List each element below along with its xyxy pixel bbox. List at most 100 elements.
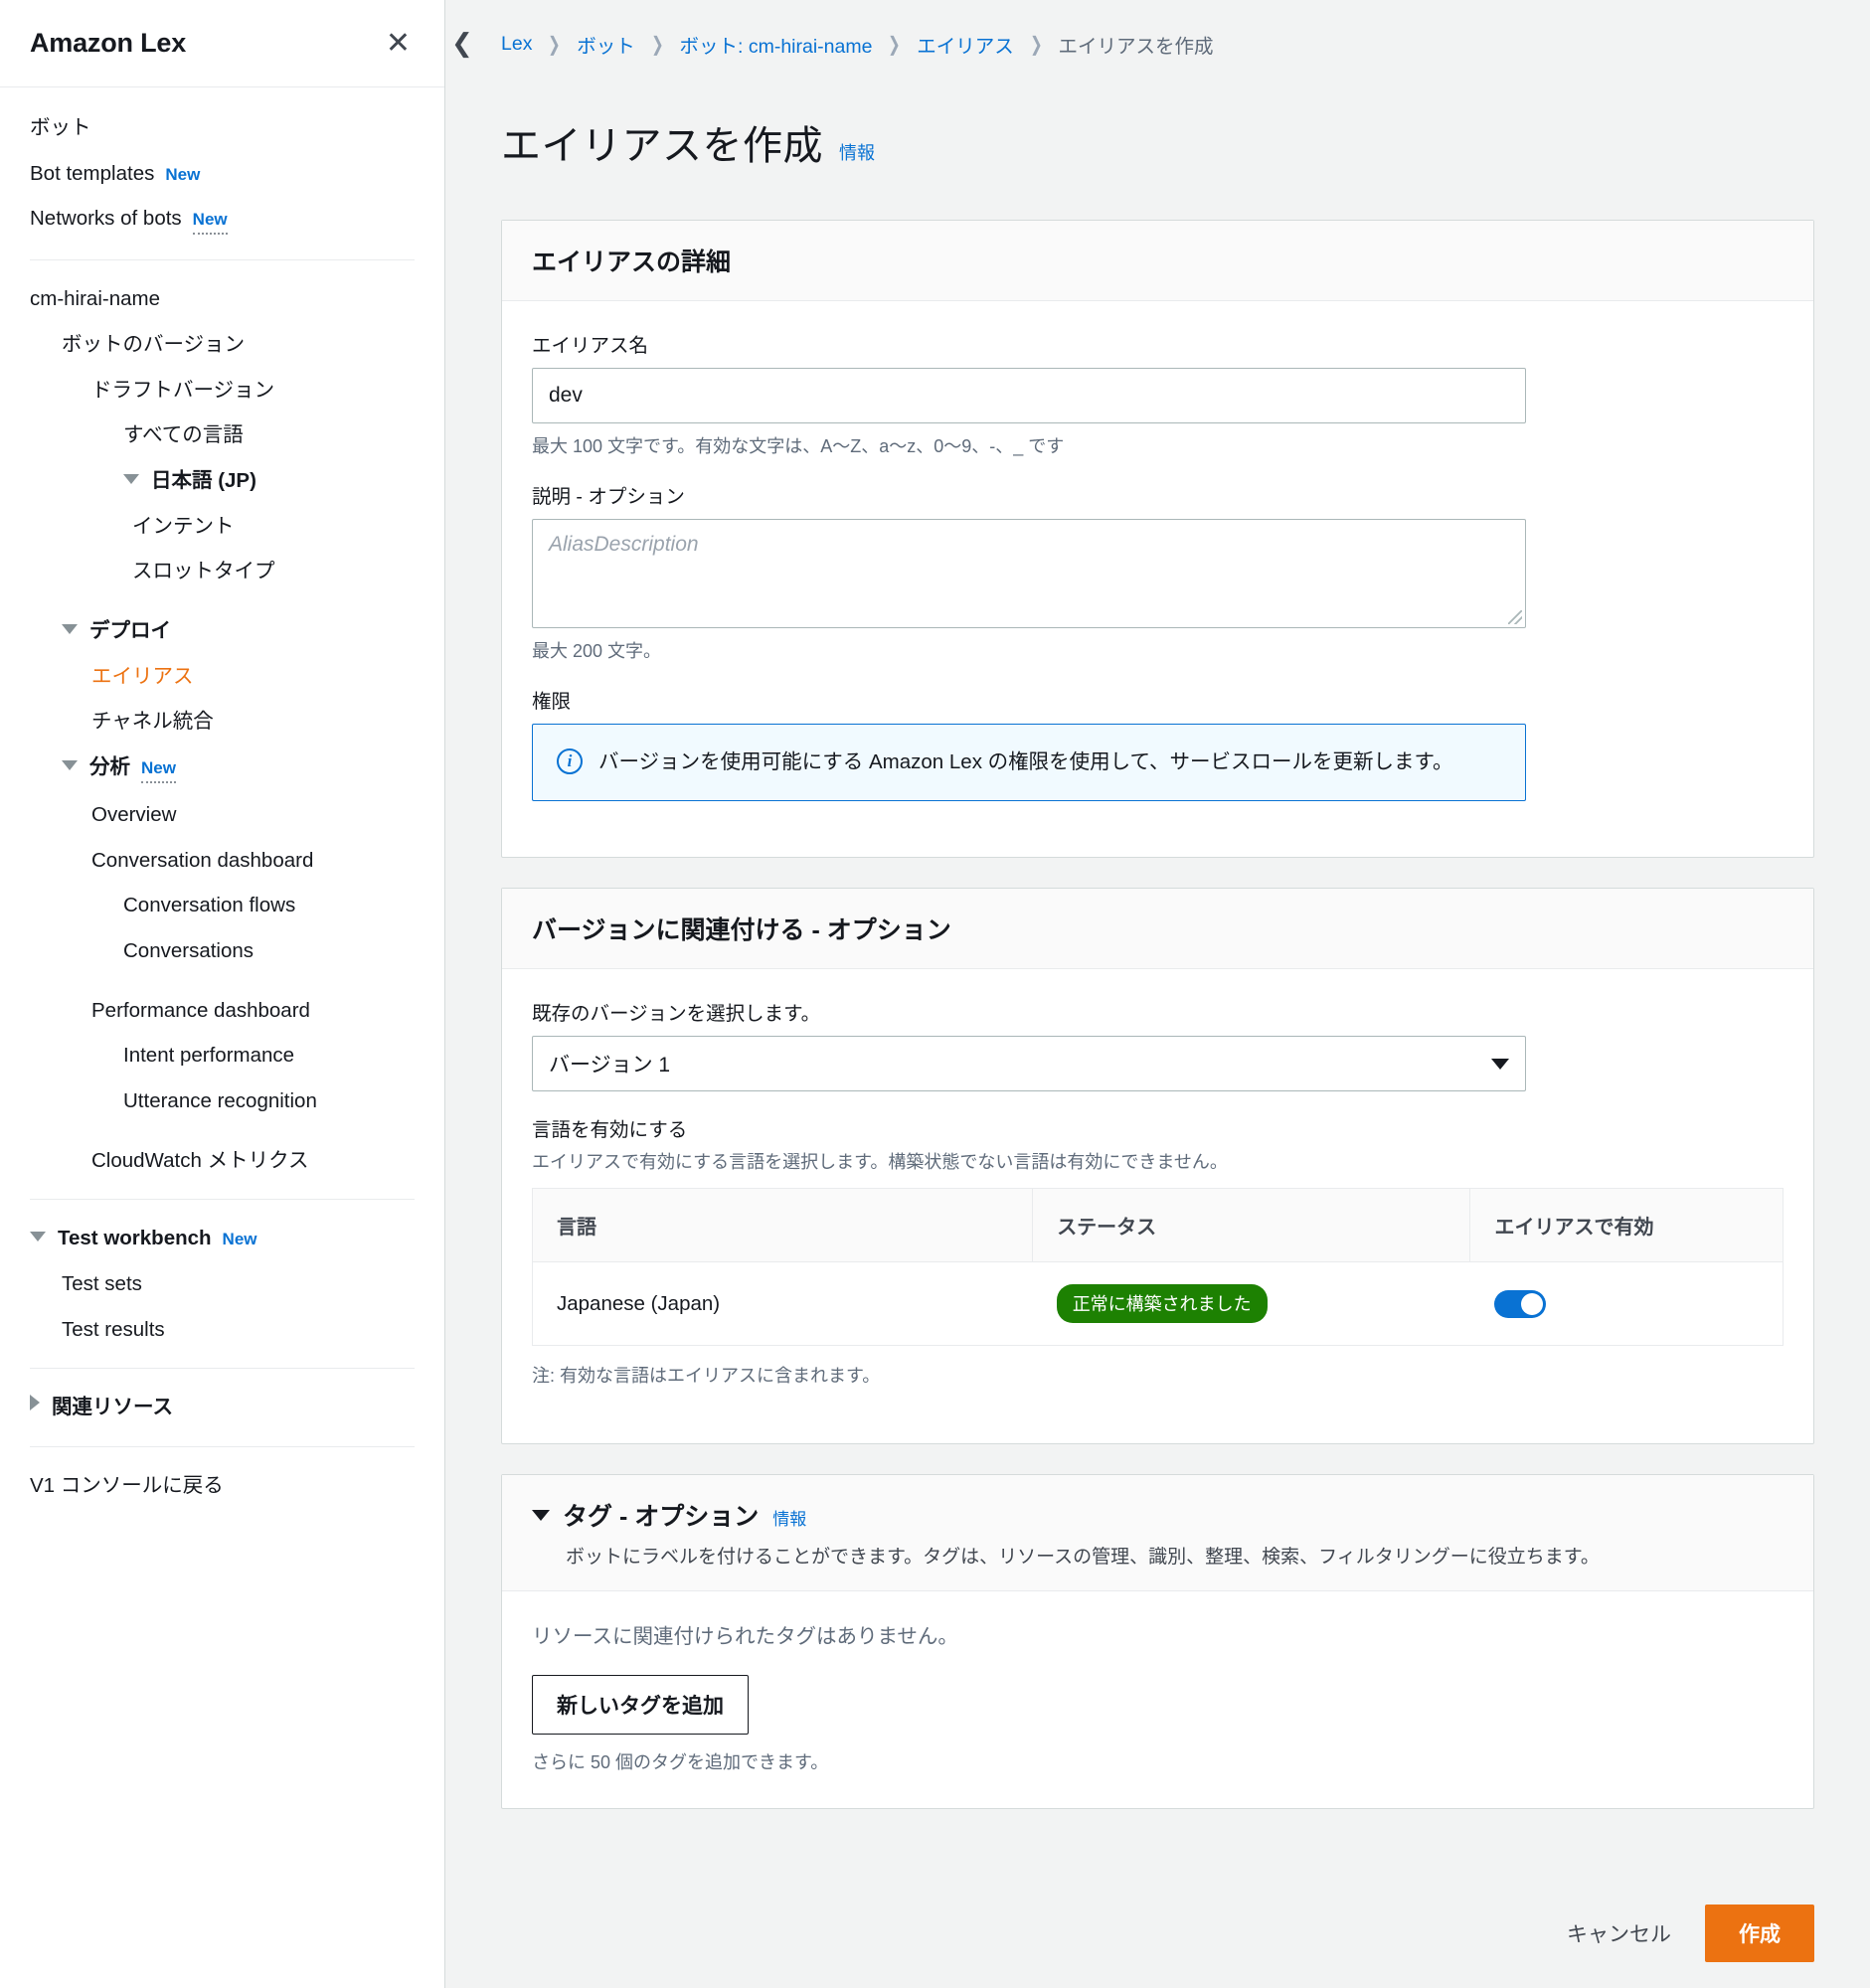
chevron-down-icon[interactable] [30,1232,46,1242]
permission-alert-text: バージョンを使用可能にする Amazon Lex の権限を使用して、サービスロー… [598,749,1453,773]
version-select-label: 既存のバージョンを選択します。 [532,1003,821,1026]
breadcrumb-item[interactable]: エイリアス [917,30,1014,59]
sidebar-item-label: 分析 [89,755,130,778]
sidebar-item-[interactable]: ドラフトバージョン [0,368,444,414]
version-select[interactable]: バージョン 1 [532,1036,1526,1092]
languages-desc: エイリアスで有効にする言語を選択します。構築状態でない言語は有効にできません。 [532,1152,1228,1173]
table-header-row: 言語 ステータス エイリアスで有効 [532,1188,1784,1263]
sidebar-item-conversation-flows[interactable]: Conversation flows [0,883,444,928]
chevron-right-icon[interactable] [30,1395,40,1411]
col-enabled: エイリアスで有効 [1469,1188,1784,1263]
page-title-row: エイリアスを作成 情報 [445,59,1870,220]
sidebar-item-[interactable]: すべての言語 [0,413,444,458]
add-tag-button[interactable]: 新しいタグを追加 [532,1675,749,1736]
sidebar-item-conversation-dashboard[interactable]: Conversation dashboard [0,838,444,884]
sidebar-item-cloudwatch[interactable]: CloudWatch メトリクス [0,1138,444,1184]
sidebar-item-label: ドラフトバージョン [91,378,275,402]
alias-description-field: 説明 - オプション AliasDescription 最大 200 文字。 [532,480,1784,663]
close-icon[interactable]: ✕ [380,27,417,61]
alias-description-placeholder: AliasDescription [549,532,699,556]
chevron-down-icon[interactable] [123,473,139,484]
sidebar-item-overview[interactable]: Overview [0,792,444,838]
sidebar-item-[interactable]: 分析 New [0,745,444,792]
sidebar-item-label: 日本語 (JP) [151,468,256,492]
sidebar-item-label: Overview [91,802,177,826]
alias-name-constraint: 最大 100 文字です。有効な文字は、A〜Z、a〜z、0〜9、-、_ です [532,435,1065,456]
alias-name-field: エイリアス名 dev 最大 100 文字です。有効な文字は、A〜Z、a〜z、0〜… [532,329,1784,458]
toggle-knob [1520,1292,1543,1315]
cancel-button[interactable]: キャンセル [1567,1918,1671,1948]
sidebar-item-label: スロットタイプ [132,560,275,583]
alias-name-label: エイリアス名 [532,334,649,357]
sidebar-item-intent-performance[interactable]: Intent performance [0,1033,444,1078]
nav-divider [30,259,415,261]
alias-name-input[interactable]: dev [532,367,1526,423]
sidebar-item-networks-of-bots[interactable]: Networks of bots New [0,196,444,244]
sidebar-item-label: ボットのバージョン [62,332,246,356]
sidebar-item-performance-dashboard[interactable]: Performance dashboard [0,988,444,1034]
sidebar-item-label: Test sets [62,1271,142,1295]
sidebar-item-test-workbench[interactable]: Test workbench New [0,1216,444,1261]
permission-alert: i バージョンを使用可能にする Amazon Lex の権限を使用して、サービス… [532,723,1526,802]
sidebar-item-conversations[interactable]: Conversations [0,928,444,974]
cell-enabled [1469,1261,1784,1347]
languages-table: 言語 ステータス エイリアスで有効 Japanese (Japan) 正常に構築… [532,1188,1784,1347]
chevron-down-icon[interactable] [62,623,78,634]
breadcrumb: Lex ❯ ボット ❯ ボット: cm-hirai-name ❯ エイリアス ❯ エイリアスを作… [445,0,1870,59]
sidebar-item-[interactable]: ボットのバージョン [0,322,444,368]
sidebar-item-jp[interactable]: 日本語 (JP) [0,458,444,504]
main-content: ❮ Lex ❯ ボット ❯ ボット: cm-hirai-name ❯ エイリアス ❯ エイリアス… [445,0,1870,1988]
tags-info-link[interactable]: 情報 [772,1505,806,1530]
languages-field: 言語を有効にする エイリアスで有効にする言語を選択します。構築状態でない言語は有… [532,1113,1784,1388]
tags-subtitle: ボットにラベルを付けることができます。タグは、リソースの管理、識別、整理、検索、… [566,1547,1600,1569]
sidebar-item-test-sets[interactable]: Test sets [0,1261,444,1307]
sidebar-item-[interactable]: スロットタイプ [0,549,444,594]
page-info-link[interactable]: 情報 [839,139,875,165]
sidebar: Amazon Lex ✕ ボット Bot templates New Networks… [0,0,445,1988]
sidebar-item-[interactable]: エイリアス [0,654,444,700]
sidebar-item-label: すべての言語 [123,423,244,447]
resize-grip-icon[interactable] [1508,609,1522,624]
version-association-title: バージョンに関連付ける - オプション [532,916,951,945]
sidebar-item-label: エイリアス [91,664,194,688]
sidebar-item-utterance-recognition[interactable]: Utterance recognition [0,1078,444,1124]
sidebar-item-cm-hirai-name[interactable]: cm-hirai-name [0,276,444,322]
create-button[interactable]: 作成 [1705,1905,1814,1962]
breadcrumb-separator-icon: ❯ [888,34,902,56]
sidebar-item-v1[interactable]: V1 コンソールに戻る [0,1463,444,1509]
sidebar-item-test-results[interactable]: Test results [0,1307,444,1353]
breadcrumb-item[interactable]: ボット: cm-hirai-name [680,30,873,59]
sidebar-item-bot-templates[interactable]: Bot templates New [0,151,444,197]
alias-details-card: エイリアスの詳細 エイリアス名 dev 最大 100 文字です。有効な文字は、A… [501,219,1814,859]
sidebar-item-[interactable]: チャネル統合 [0,699,444,745]
sidebar-item-label: Test results [62,1317,165,1341]
languages-note: 注: 有効な言語はエイリアスに含まれます。 [532,1366,881,1387]
alias-description-textarea[interactable]: AliasDescription [532,518,1526,628]
app-root: Amazon Lex ✕ ボット Bot templates New Networks… [0,0,1870,1988]
sidebar-item-label: Networks of bots [30,207,182,231]
tags-title-row: タグ - オプション 情報 [532,1497,1784,1533]
sidebar-item-label: インテント [132,514,235,538]
sidebar-item-[interactable]: インテント [0,504,444,550]
col-language: 言語 [532,1188,1034,1263]
alias-details-body: エイリアス名 dev 最大 100 文字です。有効な文字は、A〜Z、a〜z、0〜… [502,301,1813,858]
sidebar-item-[interactable]: ボット [0,105,444,151]
chevron-left-icon[interactable]: ❮ [451,30,473,56]
chevron-down-icon[interactable] [62,760,78,770]
sidebar-item-label: Performance dashboard [91,998,310,1022]
permission-field: 権限 i バージョンを使用可能にする Amazon Lex の権限を使用して、サ… [532,685,1784,802]
sidebar-item-[interactable]: 関連リソース [0,1385,444,1430]
nav-divider [30,1368,415,1370]
chevron-down-icon[interactable] [532,1510,550,1522]
sidebar-item-[interactable]: デプロイ [0,608,444,654]
breadcrumb-item[interactable]: ボット [577,30,635,59]
enable-language-toggle[interactable] [1493,1289,1546,1318]
sidebar-item-label: cm-hirai-name [30,287,160,311]
breadcrumb-item[interactable]: Lex [501,33,532,56]
info-circle-icon: i [557,747,583,774]
sidebar-item-label: 関連リソース [52,1396,173,1419]
nav-divider [30,1446,415,1447]
